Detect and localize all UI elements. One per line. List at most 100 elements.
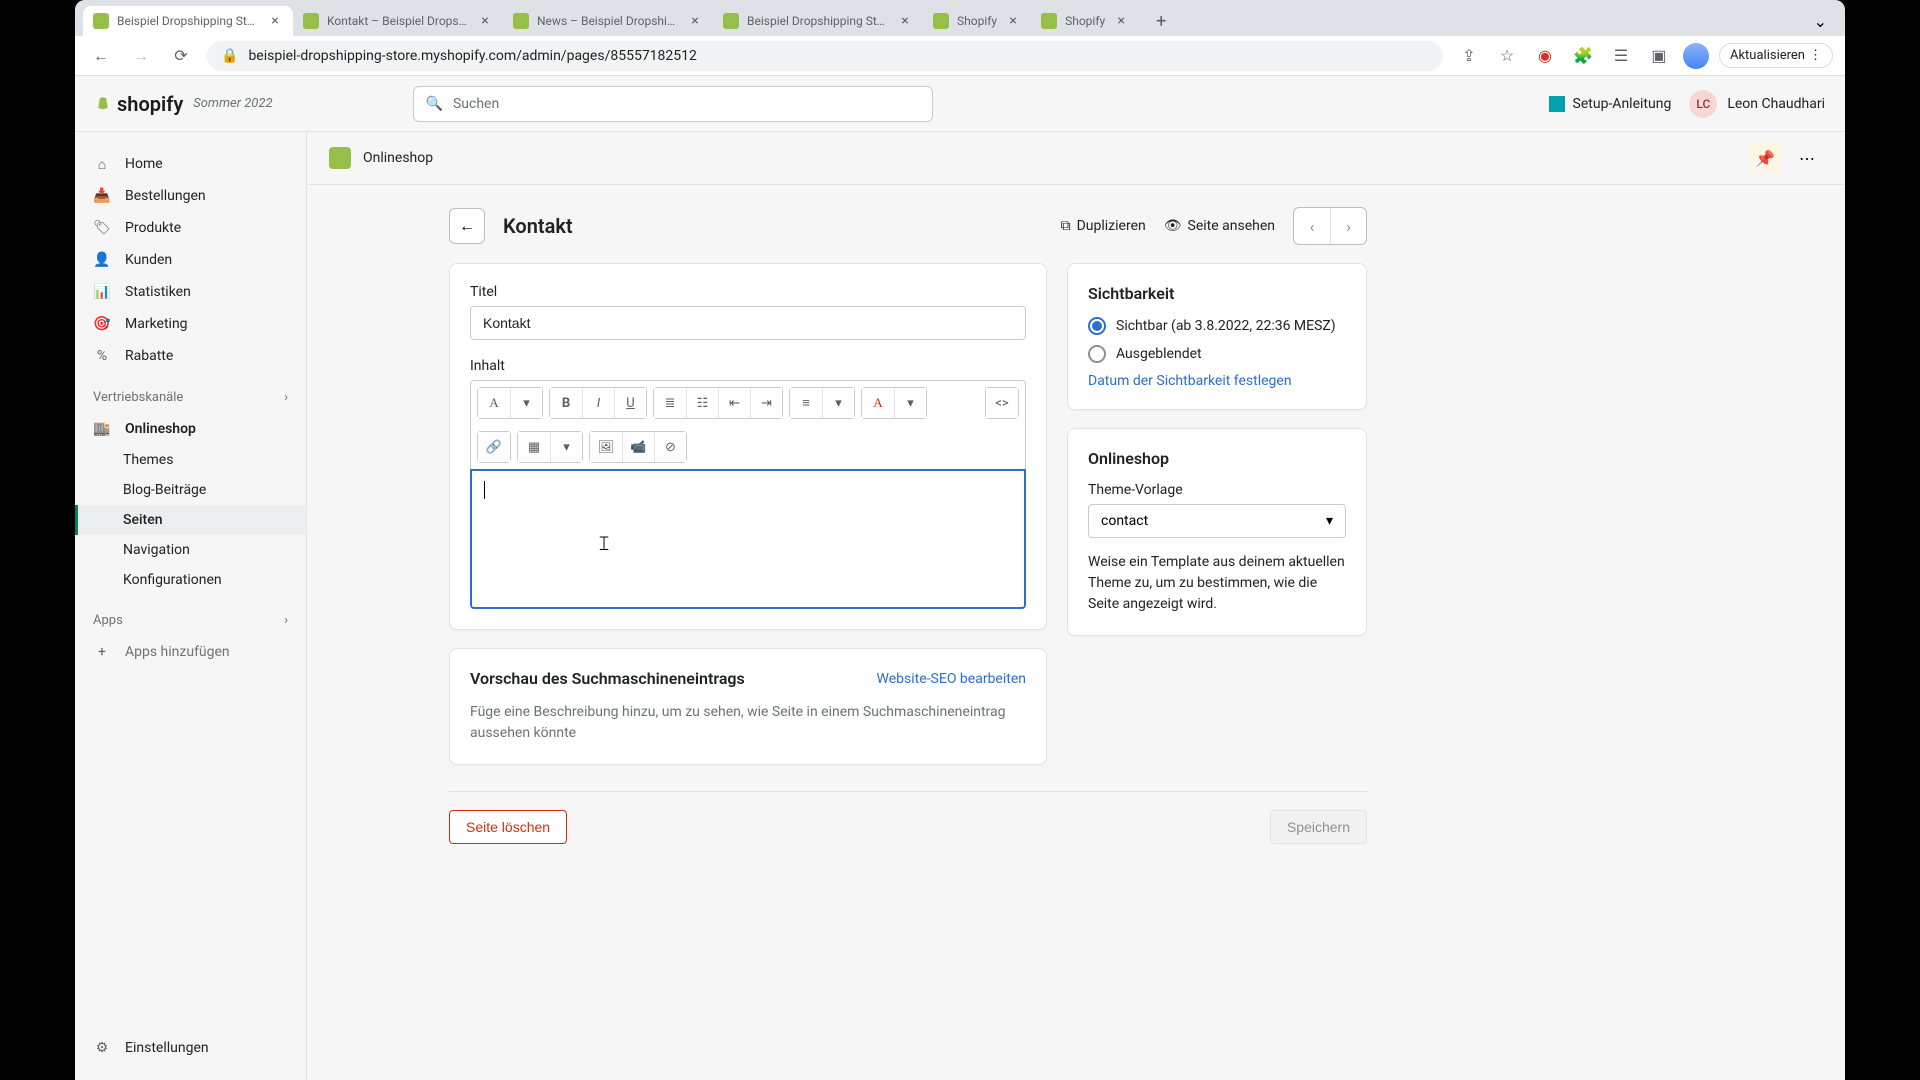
sidebar-item-home[interactable]: ⌂Home xyxy=(75,148,306,180)
view-page-button[interactable]: 👁 Seite ansehen xyxy=(1164,218,1275,234)
title-input[interactable] xyxy=(470,306,1026,340)
sidebar-item-settings[interactable]: ⚙Einstellungen xyxy=(75,1032,306,1064)
sidebar-item-label: Bestellungen xyxy=(125,188,206,204)
sidebar-section-channels[interactable]: Vertriebskanäle › xyxy=(75,382,306,413)
url-input[interactable]: 🔒 beispiel-dropshipping-store.myshopify.… xyxy=(207,41,1443,71)
image-button[interactable]: 🖼 xyxy=(590,432,622,462)
close-icon[interactable]: × xyxy=(267,13,283,29)
shopify-logo[interactable]: shopify xyxy=(95,92,183,116)
sidebar-item-onlinestore[interactable]: 🏬Onlineshop xyxy=(75,413,306,445)
color-button[interactable]: A xyxy=(862,388,894,418)
color-dropdown[interactable]: ▾ xyxy=(894,388,926,418)
favicon-icon xyxy=(303,13,319,29)
clear-format-button[interactable]: ⊘ xyxy=(654,432,686,462)
forward-icon[interactable]: → xyxy=(127,42,155,70)
template-select[interactable]: contact ▾ xyxy=(1088,504,1346,538)
extensions-icon[interactable]: 🧩 xyxy=(1569,42,1597,70)
align-dropdown[interactable]: ▾ xyxy=(822,388,854,418)
setup-guide-link[interactable]: Setup-Anleitung xyxy=(1549,96,1672,112)
profile-avatar[interactable] xyxy=(1683,43,1709,69)
browser-tab[interactable]: Beispiel Dropshipping Store × xyxy=(713,6,923,36)
format-dropdown[interactable]: ▾ xyxy=(510,388,542,418)
close-icon[interactable]: × xyxy=(687,13,703,29)
bold-button[interactable]: B xyxy=(550,388,582,418)
format-button[interactable]: A xyxy=(478,388,510,418)
browser-tab[interactable]: Kontakt – Beispiel Dropshipp × xyxy=(293,6,503,36)
back-icon[interactable]: ← xyxy=(87,42,115,70)
close-icon[interactable]: × xyxy=(897,13,913,29)
browser-tab[interactable]: Shopify × xyxy=(1031,6,1139,36)
prev-page-button[interactable]: ‹ xyxy=(1294,208,1330,244)
table-dropdown[interactable]: ▾ xyxy=(550,432,582,462)
sidebar-item-themes[interactable]: Themes xyxy=(75,445,306,475)
content-editor[interactable]: 𝙸 xyxy=(470,469,1026,609)
sidebar-item-analytics[interactable]: 📊Statistiken xyxy=(75,276,306,308)
sidebar-item-marketing[interactable]: 🎯Marketing xyxy=(75,308,306,340)
pin-button[interactable]: 📌 xyxy=(1749,142,1781,174)
browser-tab[interactable]: Shopify × xyxy=(923,6,1031,36)
sidebar-item-preferences[interactable]: Konfigurationen xyxy=(75,565,306,595)
chevron-right-icon: › xyxy=(284,613,288,628)
visibility-hidden-radio[interactable]: Ausgeblendet xyxy=(1088,345,1346,363)
sidebar-item-products[interactable]: 🏷Produkte xyxy=(75,212,306,244)
text-cursor xyxy=(484,481,485,499)
seo-edit-link[interactable]: Website-SEO bearbeiten xyxy=(877,671,1026,687)
duplicate-button[interactable]: ⧉ Duplizieren xyxy=(1061,218,1146,234)
schedule-visibility-link[interactable]: Datum der Sichtbarkeit festlegen xyxy=(1088,373,1346,389)
sidebar-section-apps[interactable]: Apps › xyxy=(75,605,306,636)
sidebar-item-blog[interactable]: Blog-Beiträge xyxy=(75,475,306,505)
sidebar-item-pages[interactable]: Seiten xyxy=(75,505,306,535)
browser-tab[interactable]: Beispiel Dropshipping Store × xyxy=(83,6,293,36)
sidebar-item-customers[interactable]: 👤Kunden xyxy=(75,244,306,276)
new-tab-button[interactable]: + xyxy=(1147,7,1175,35)
pager: ‹ › xyxy=(1293,207,1367,245)
more-button[interactable]: ⋯ xyxy=(1791,142,1823,174)
html-button[interactable]: <> xyxy=(986,388,1018,418)
extension-icon[interactable]: ◉ xyxy=(1531,42,1559,70)
underline-button[interactable]: U xyxy=(614,388,646,418)
user-menu[interactable]: LC Leon Chaudhari xyxy=(1689,90,1825,118)
reload-icon[interactable]: ⟳ xyxy=(167,42,195,70)
search-placeholder: Suchen xyxy=(453,96,499,112)
delete-page-button[interactable]: Seite löschen xyxy=(449,810,567,844)
save-button[interactable]: Speichern xyxy=(1270,810,1367,844)
browser-tab[interactable]: News – Beispiel Dropshipp × xyxy=(503,6,713,36)
visibility-visible-radio[interactable]: Sichtbar (ab 3.8.2022, 22:36 MESZ) xyxy=(1088,317,1346,335)
sidebar-item-navigation[interactable]: Navigation xyxy=(75,535,306,565)
numbered-list-button[interactable]: ☷ xyxy=(686,388,718,418)
page-title: Kontakt xyxy=(503,214,573,238)
close-icon[interactable]: × xyxy=(1005,13,1021,29)
star-icon[interactable]: ☆ xyxy=(1493,42,1521,70)
italic-button[interactable]: I xyxy=(582,388,614,418)
sidebar-item-discounts[interactable]: %Rabatte xyxy=(75,340,306,372)
search-input[interactable]: 🔍 Suchen xyxy=(413,86,933,122)
indent-button[interactable]: ⇥ xyxy=(750,388,782,418)
update-button[interactable]: Aktualisieren ⋮ xyxy=(1719,43,1833,68)
align-button[interactable]: ≡ xyxy=(790,388,822,418)
reading-list-icon[interactable]: ☰ xyxy=(1607,42,1635,70)
video-button[interactable]: 📹 xyxy=(622,432,654,462)
sidebar-section-label: Apps xyxy=(93,613,123,628)
close-icon[interactable]: × xyxy=(477,13,493,29)
link-button[interactable]: 🔗 xyxy=(478,432,510,462)
tab-title: Shopify xyxy=(1065,14,1105,28)
next-page-button[interactable]: › xyxy=(1330,208,1366,244)
chevron-down-icon: ▾ xyxy=(1326,513,1333,529)
visibility-title: Sichtbarkeit xyxy=(1088,284,1346,303)
table-button[interactable]: ▦ xyxy=(518,432,550,462)
share-icon[interactable]: ⇪ xyxy=(1455,42,1483,70)
outdent-button[interactable]: ⇤ xyxy=(718,388,750,418)
sidebar-item-add-apps[interactable]: +Apps hinzufügen xyxy=(75,636,306,668)
bullet-list-button[interactable]: ≣ xyxy=(654,388,686,418)
sidebar-item-label: Rabatte xyxy=(125,348,173,364)
sidebar-icon[interactable]: ▣ xyxy=(1645,42,1673,70)
sidebar-item-orders[interactable]: 📥Bestellungen xyxy=(75,180,306,212)
seo-card: Vorschau des Suchmaschineneintrags Websi… xyxy=(449,648,1047,765)
hidden-label: Ausgeblendet xyxy=(1116,346,1202,362)
close-icon[interactable]: × xyxy=(1113,13,1129,29)
text-cursor-icon: 𝙸 xyxy=(597,531,611,555)
back-button[interactable]: ← xyxy=(449,208,485,244)
template-help: Weise ein Template aus deinem aktuellen … xyxy=(1088,552,1346,615)
tab-title: Beispiel Dropshipping Store xyxy=(747,14,889,28)
tabs-dropdown-icon[interactable]: ⌄ xyxy=(1804,12,1837,31)
